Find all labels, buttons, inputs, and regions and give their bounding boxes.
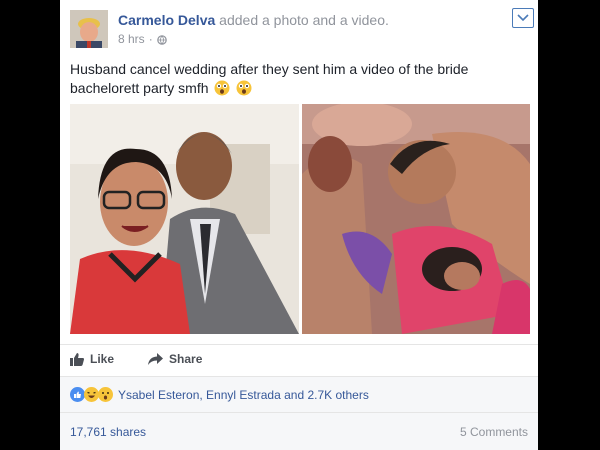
author-line: Carmelo Delva added a photo and a video. [118,12,389,28]
shares-count[interactable]: 17,761 shares [70,425,146,439]
like-button[interactable]: Like [70,352,114,366]
like-label: Like [90,352,115,366]
reactions-summary[interactable]: Ysabel Esteron, Ennyl Estrada and 2.7K o… [118,388,369,402]
stats-row: 17,761 shares 5 Comments [60,413,538,450]
share-label: Share [169,352,203,366]
meta-separator: · [148,32,153,46]
author-name[interactable]: Carmelo Delva [118,12,215,28]
post-menu-button[interactable] [512,8,534,28]
reaction-icons[interactable] [70,387,113,402]
haha-reaction-icon [84,387,99,402]
post-body: Husband cancel wedding after they sent h… [70,61,469,96]
post-actions: Like Share [70,344,202,374]
chevron-down-icon [517,9,529,27]
like-reaction-icon [70,387,85,402]
comments-count[interactable]: 5 Comments [460,425,528,439]
post-text: Husband cancel wedding after they sent h… [70,60,532,98]
post-time[interactable]: 8 hrs [118,32,145,46]
post-photo[interactable] [70,104,299,334]
author-action: added a photo and a video. [219,12,389,28]
post-meta: 8 hrs · [118,32,167,46]
post-card: Carmelo Delva added a photo and a video.… [60,0,538,450]
author-avatar[interactable] [70,10,108,48]
thumbs-up-icon [70,352,84,366]
share-button[interactable]: Share [148,352,202,366]
reactions-row: Ysabel Esteron, Ennyl Estrada and 2.7K o… [60,377,538,412]
astonished-face-icon [214,80,230,96]
share-arrow-icon [148,353,164,365]
globe-icon [156,34,167,45]
astonished-face-icon [236,80,252,96]
post-video[interactable] [301,104,531,334]
post-media [70,104,530,334]
wow-reaction-icon [98,387,113,402]
